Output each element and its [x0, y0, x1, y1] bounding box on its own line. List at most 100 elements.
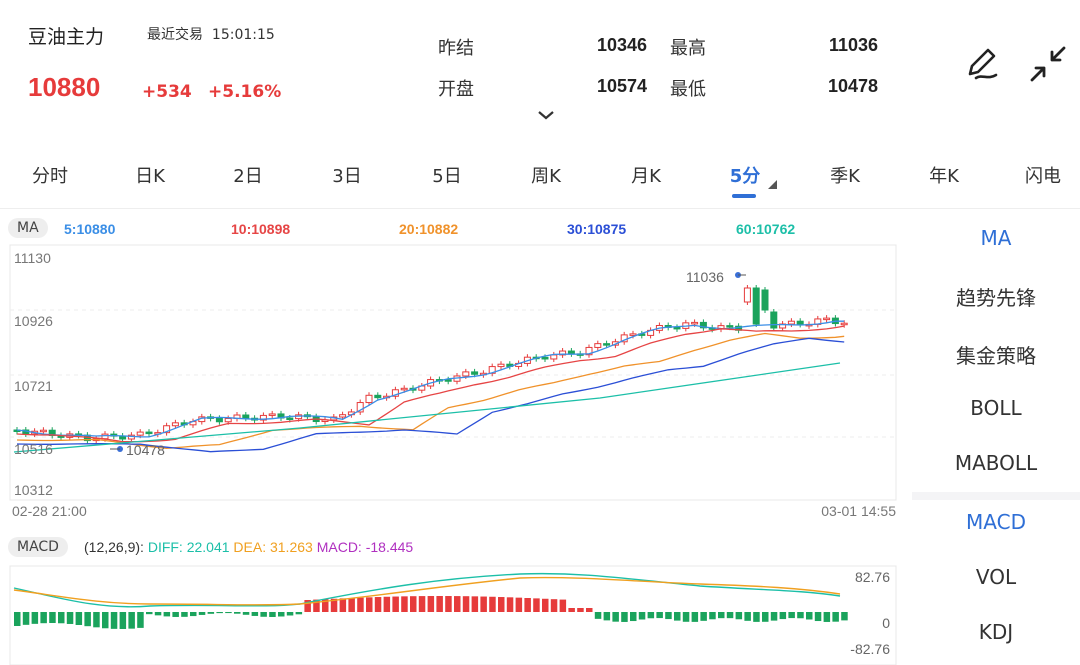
open-label: 开盘	[438, 79, 474, 100]
macd-bar	[22, 612, 30, 625]
macd-bar	[665, 612, 672, 620]
macd-bar	[559, 599, 567, 612]
macd-bar	[216, 612, 223, 614]
tab-quarter-k[interactable]: 季K	[830, 162, 860, 188]
macd-bar	[357, 597, 364, 612]
tab-day-k[interactable]: 日K	[135, 162, 165, 188]
collapse-icon[interactable]	[1028, 44, 1068, 84]
macd-bar	[163, 612, 171, 617]
tab-2day[interactable]: 2日	[233, 162, 262, 188]
price-change-pct: +5.16%	[208, 82, 282, 102]
macd-bar	[66, 612, 74, 624]
candle-body	[242, 414, 250, 419]
macd-bar	[278, 612, 285, 617]
macd-bar	[110, 612, 118, 629]
macd-diff: DIFF: 22.041	[147, 539, 230, 555]
indicator-vol[interactable]: VOL	[912, 565, 1080, 589]
indicator-macd[interactable]: MACD	[912, 510, 1080, 534]
macd-bar	[550, 599, 558, 612]
candle-body	[365, 394, 373, 404]
macd-bar	[119, 612, 127, 629]
macd-bar	[498, 597, 505, 612]
macd-bar	[31, 612, 39, 624]
tab-month-k[interactable]: 月K	[631, 162, 661, 188]
candle-body	[101, 433, 109, 440]
macd-bar	[506, 597, 514, 612]
macd-bar	[436, 596, 443, 612]
macd-bar	[841, 612, 848, 621]
indicator-maboll[interactable]: MABOLL	[912, 451, 1080, 475]
time-end: 03-01 14:55	[821, 503, 896, 519]
macd-bar	[682, 612, 690, 622]
macd-bar	[401, 596, 408, 612]
prev-settle-value: 10346	[596, 35, 647, 55]
chevron-down-icon[interactable]	[537, 110, 555, 120]
tab-5day[interactable]: 5日	[432, 162, 461, 188]
macd-bar	[75, 612, 83, 625]
ma-pill[interactable]: MA	[8, 218, 48, 238]
macd-dea: DEA: 31.263	[233, 539, 313, 555]
indicator-boll[interactable]: BOLL	[912, 396, 1080, 420]
tab-week-k[interactable]: 周K	[531, 162, 561, 188]
period-dropdown-icon[interactable]	[768, 180, 777, 189]
tab-year-k[interactable]: 年K	[929, 162, 959, 188]
ma30-value: 30:10875	[567, 221, 627, 237]
macd-bar	[814, 612, 822, 622]
tab-lightning[interactable]: 闪电	[1025, 162, 1061, 188]
macd-bar	[832, 612, 839, 622]
time-start: 02-28 21:00	[12, 503, 87, 519]
macd-bar	[515, 597, 523, 612]
macd-bar	[269, 612, 276, 617]
candle-body	[673, 326, 681, 330]
diff-line	[13, 572, 841, 608]
macd-bar	[779, 612, 787, 620]
ma60-line	[13, 362, 841, 453]
indicator-trend-pioneer[interactable]: 趋势先锋	[912, 282, 1080, 311]
tab-3day[interactable]: 3日	[332, 162, 361, 188]
recent-trade: 最近交易 15:01:15	[147, 24, 275, 44]
macd-bar	[471, 596, 479, 612]
macd-bar	[348, 598, 355, 612]
candle-body	[567, 350, 575, 355]
tab-5min[interactable]: 5分	[730, 162, 761, 188]
macd-bar	[383, 596, 391, 612]
candle-body	[594, 343, 602, 348]
indicator-ma[interactable]: MA	[912, 226, 1080, 250]
macd-chart[interactable]: 82.76 0 -82.76	[0, 560, 912, 665]
high-label: 最高	[670, 38, 706, 59]
tab-intraday[interactable]: 分时	[32, 162, 68, 188]
macd-bar	[137, 612, 144, 628]
macd-bar	[207, 612, 215, 614]
candlestick-chart[interactable]: 11130 10926 10721 10516 10312 11036 1047…	[0, 240, 912, 525]
macd-bar	[40, 612, 47, 624]
macd-value: MACD: -18.445	[316, 539, 414, 555]
macd-bar	[58, 612, 65, 624]
macd-bar	[630, 612, 637, 622]
macd-bar	[762, 612, 769, 622]
candle-body	[796, 320, 804, 325]
candle-body	[215, 417, 223, 423]
macd-bar	[172, 612, 179, 617]
macd-bar	[146, 612, 153, 615]
macd-pill[interactable]: MACD	[8, 537, 68, 557]
pen-icon[interactable]	[962, 44, 1002, 84]
macd-bar	[392, 596, 399, 612]
low-label: 最低	[670, 79, 706, 100]
candle-body	[286, 417, 294, 421]
macd-bar	[462, 596, 470, 612]
macd-bar	[638, 612, 646, 620]
macd-bar	[480, 596, 487, 612]
open-value: 10574	[596, 76, 647, 96]
candle-body	[550, 354, 558, 360]
macd-bar	[489, 596, 496, 612]
macd-bar	[339, 598, 347, 612]
macd-bar	[418, 596, 426, 612]
macd-bar	[718, 612, 725, 619]
macd-bar	[533, 598, 540, 612]
indicator-jijin-strategy[interactable]: 集金策略	[912, 340, 1080, 369]
candle-body	[400, 387, 408, 391]
macd-bar	[603, 612, 611, 621]
prev-settle-label: 昨结	[438, 38, 474, 59]
low-annotation: 10478	[126, 442, 165, 458]
indicator-kdj[interactable]: KDJ	[912, 620, 1080, 644]
